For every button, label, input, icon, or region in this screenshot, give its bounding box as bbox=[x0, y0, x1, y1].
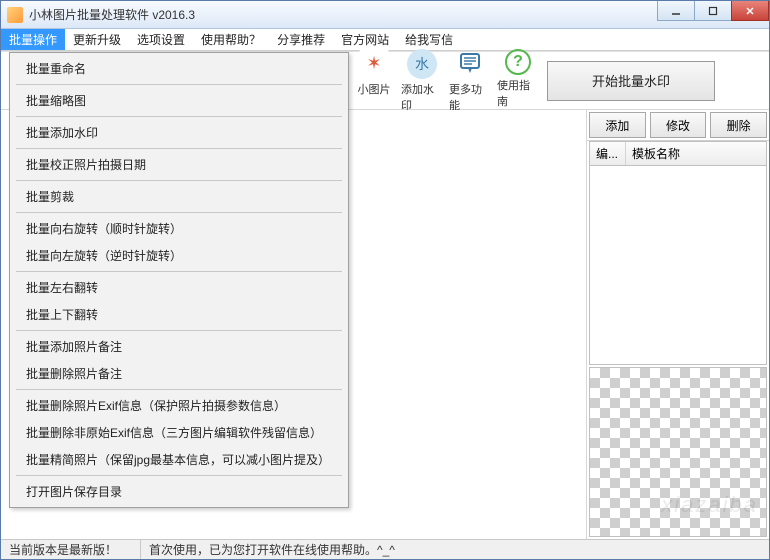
dd-rotate-ccw[interactable]: 批量向左旋转（逆时针旋转） bbox=[12, 242, 346, 269]
col-number[interactable]: 编... bbox=[590, 142, 626, 165]
template-table-header: 编... 模板名称 bbox=[589, 141, 767, 166]
menu-options[interactable]: 选项设置 bbox=[129, 29, 193, 50]
dd-del-comment[interactable]: 批量删除照片备注 bbox=[12, 360, 346, 387]
more-icon bbox=[455, 49, 485, 79]
water-icon: 水 bbox=[407, 49, 437, 79]
help-icon: ? bbox=[505, 49, 531, 75]
template-panel: 添加 修改 删除 编... 模板名称 xiazaiba bbox=[587, 110, 769, 539]
dd-crop[interactable]: 批量剪裁 bbox=[12, 183, 346, 210]
app-icon bbox=[7, 7, 23, 23]
tool-water-label: 添加水印 bbox=[401, 81, 443, 113]
template-buttons: 添加 修改 删除 bbox=[587, 110, 769, 141]
dd-simplify[interactable]: 批量精简照片（保留jpg最基本信息，可以减小图片提及） bbox=[12, 446, 346, 473]
watermark-text: xiazaiba bbox=[661, 492, 758, 518]
delete-template-button[interactable]: 删除 bbox=[710, 112, 767, 138]
dd-add-comment[interactable]: 批量添加照片备注 bbox=[12, 333, 346, 360]
tool-shrink[interactable]: ✶ 小图片 bbox=[351, 47, 397, 115]
dd-separator bbox=[16, 148, 342, 149]
dd-separator bbox=[16, 389, 342, 390]
menu-update[interactable]: 更新升级 bbox=[65, 29, 129, 50]
watermark-preview: xiazaiba bbox=[589, 367, 767, 537]
dd-flip-v[interactable]: 批量上下翻转 bbox=[12, 301, 346, 328]
tool-more-label: 更多功能 bbox=[449, 81, 491, 113]
shrink-icon: ✶ bbox=[359, 49, 389, 79]
dd-flip-h[interactable]: 批量左右翻转 bbox=[12, 274, 346, 301]
dd-separator bbox=[16, 475, 342, 476]
window-controls bbox=[658, 1, 769, 21]
window-title: 小林图片批量处理软件 v2016.3 bbox=[29, 6, 195, 23]
tool-watermark[interactable]: 水 添加水印 bbox=[399, 47, 445, 115]
dd-thumbnail[interactable]: 批量缩略图 bbox=[12, 87, 346, 114]
dd-separator bbox=[16, 84, 342, 85]
edit-template-button[interactable]: 修改 bbox=[650, 112, 707, 138]
dd-rename[interactable]: 批量重命名 bbox=[12, 55, 346, 82]
col-template-name[interactable]: 模板名称 bbox=[626, 142, 766, 165]
title-bar: 小林图片批量处理软件 v2016.3 bbox=[1, 1, 769, 29]
content-area: 批量重命名 批量缩略图 批量添加水印 批量校正照片拍摄日期 批量剪裁 批量向右旋… bbox=[1, 51, 769, 539]
dd-open-save-dir[interactable]: 打开图片保存目录 bbox=[12, 478, 346, 505]
template-table-body[interactable] bbox=[589, 166, 767, 365]
start-watermark-button[interactable]: 开始批量水印 bbox=[547, 61, 715, 101]
tool-help-label: 使用指南 bbox=[497, 77, 539, 109]
dd-separator bbox=[16, 212, 342, 213]
minimize-button[interactable] bbox=[657, 1, 695, 21]
dd-rotate-cw[interactable]: 批量向右旋转（顺时针旋转） bbox=[12, 215, 346, 242]
menu-help[interactable]: 使用帮助？ bbox=[193, 29, 269, 50]
maximize-button[interactable] bbox=[694, 1, 732, 21]
dd-watermark[interactable]: 批量添加水印 bbox=[12, 119, 346, 146]
tool-more[interactable]: 更多功能 bbox=[447, 47, 493, 115]
close-button[interactable] bbox=[731, 1, 769, 21]
dd-del-exif[interactable]: 批量删除照片Exif信息（保护照片拍摄参数信息） bbox=[12, 392, 346, 419]
tool-shrink-label: 小图片 bbox=[358, 81, 391, 97]
status-version: 当前版本是最新版！ bbox=[1, 540, 141, 559]
dd-separator bbox=[16, 271, 342, 272]
tool-guide[interactable]: ? 使用指南 bbox=[495, 47, 541, 115]
status-message: 首次使用，已为您打开软件在线使用帮助。^_^ bbox=[141, 540, 769, 559]
dd-del-nonorig-exif[interactable]: 批量删除非原始Exif信息（三方图片编辑软件残留信息） bbox=[12, 419, 346, 446]
dd-fix-date[interactable]: 批量校正照片拍摄日期 bbox=[12, 151, 346, 178]
app-window: 小林图片批量处理软件 v2016.3 批量操作 更新升级 选项设置 使用帮助？ … bbox=[0, 0, 770, 560]
dd-separator bbox=[16, 180, 342, 181]
tool-buttons: ✶ 小图片 水 添加水印 更多功能 ? 使 bbox=[351, 47, 541, 115]
menu-share[interactable]: 分享推荐 bbox=[269, 29, 333, 50]
dd-separator bbox=[16, 116, 342, 117]
add-template-button[interactable]: 添加 bbox=[589, 112, 646, 138]
menu-batch-ops[interactable]: 批量操作 bbox=[1, 29, 65, 50]
dd-separator bbox=[16, 330, 342, 331]
batch-ops-dropdown: 批量重命名 批量缩略图 批量添加水印 批量校正照片拍摄日期 批量剪裁 批量向右旋… bbox=[9, 52, 349, 508]
status-bar: 当前版本是最新版！ 首次使用，已为您打开软件在线使用帮助。^_^ bbox=[1, 539, 769, 559]
